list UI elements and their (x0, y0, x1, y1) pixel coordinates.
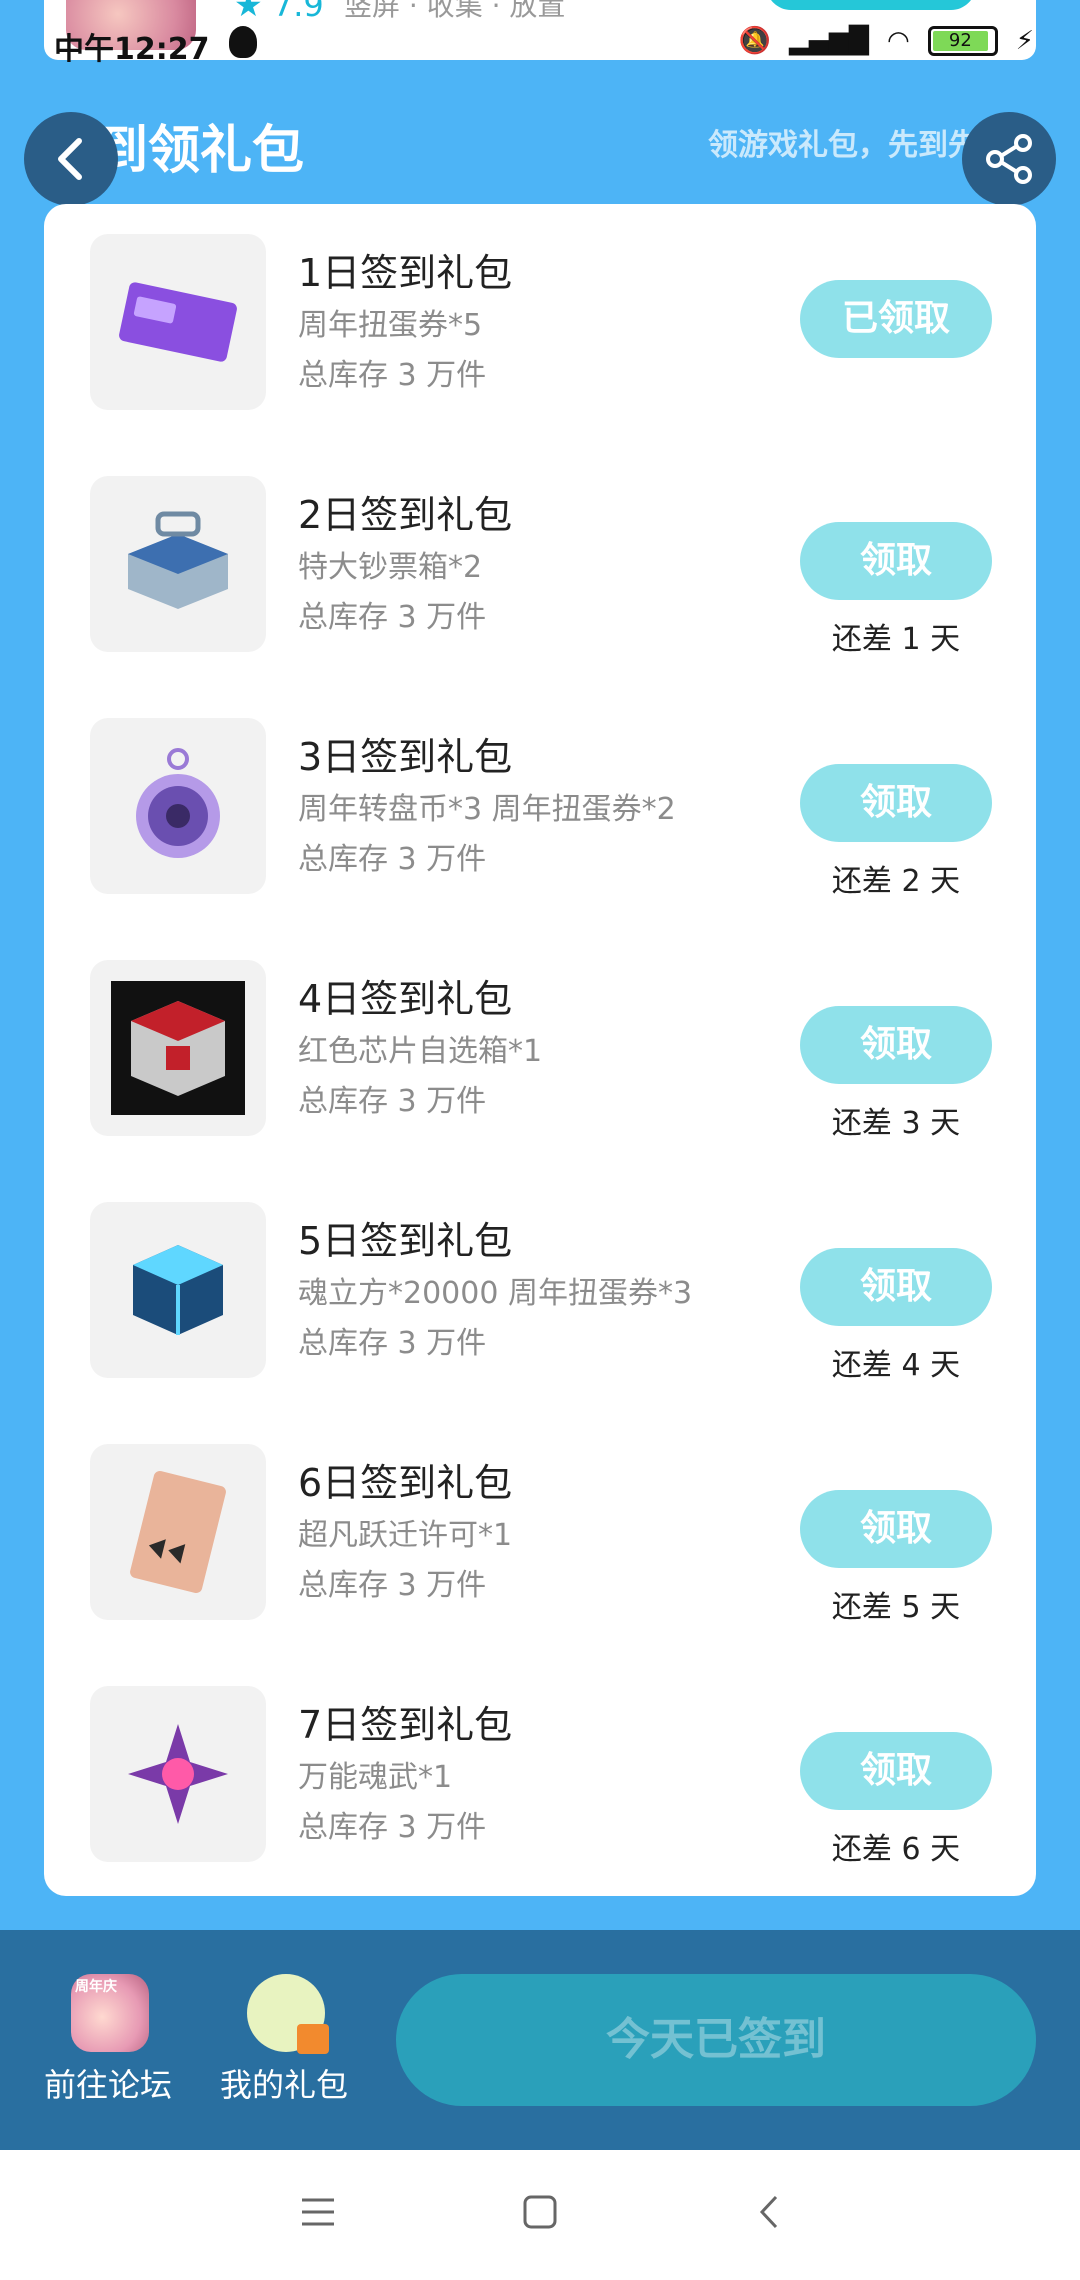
rating-text: ★ 7.9 (234, 0, 324, 24)
gift-item-day-4: 4日签到礼包 红色芯片自选箱*1 总库存 3 万件 领取 还差 3 天 (44, 930, 1036, 1141)
gift-stock: 总库存 3 万件 (298, 842, 487, 877)
claim-button[interactable]: 领取 (800, 1490, 992, 1568)
my-gifts-link[interactable]: 我的礼包 (220, 2060, 348, 2106)
days-remaining: 还差 5 天 (831, 1590, 961, 1625)
roulette-coin-icon (90, 718, 266, 894)
gift-desc: 周年扭蛋券*5 (298, 308, 483, 343)
cash-box-icon (90, 476, 266, 652)
universal-soul-weapon-icon (90, 1686, 266, 1862)
status-bar: 中午12:27 🔕 ▂▄▆█ ◠ 92 ⚡ (54, 24, 1034, 67)
share-button[interactable] (962, 112, 1056, 206)
bottom-action-bar: 周年庆 前往论坛 我的礼包 今天已签到 (0, 1930, 1080, 2150)
battery-level: 92 (932, 31, 988, 51)
home-icon[interactable] (522, 2194, 558, 2230)
gift-desc: 万能魂武*1 (298, 1760, 453, 1795)
gift-desc: 特大钞票箱*2 (298, 550, 483, 585)
signal-icon: ▂▄▆█ (789, 26, 870, 56)
back-nav-icon[interactable] (752, 2194, 788, 2230)
gift-name: 2日签到礼包 (298, 493, 513, 537)
gift-stock: 总库存 3 万件 (298, 1568, 487, 1603)
mute-icon: 🔕 (738, 26, 772, 56)
claim-button[interactable]: 领取 (800, 1248, 992, 1326)
game-tags: 竖屏 · 收集 · 放置 (344, 0, 566, 22)
claim-button[interactable]: 领取 (800, 1006, 992, 1084)
page-subtitle: 领游戏礼包，先到先得 (708, 128, 998, 163)
gift-stock: 总库存 3 万件 (298, 1810, 487, 1845)
menu-icon[interactable] (300, 2194, 336, 2230)
battery-icon: 92 (927, 26, 998, 56)
forum-icon-badge: 周年庆 (75, 1979, 117, 1995)
gift-stock: 总库存 3 万件 (298, 358, 487, 393)
days-remaining: 还差 6 天 (831, 1832, 961, 1867)
days-remaining: 还差 1 天 (831, 622, 961, 657)
gift-item-day-1: 1日签到礼包 周年扭蛋券*5 总库存 3 万件 已领取 (44, 204, 1036, 410)
gift-name: 1日签到礼包 (298, 251, 513, 295)
claimed-button[interactable]: 已领取 (800, 280, 992, 358)
gift-desc: 魂立方*20000 周年扭蛋券*3 (298, 1276, 693, 1311)
signed-in-button[interactable]: 今天已签到 (396, 1974, 1036, 2106)
forum-app-icon[interactable]: 周年庆 (71, 1974, 149, 2052)
gift-stock: 总库存 3 万件 (298, 1326, 487, 1361)
status-time: 中午12:27 (54, 32, 210, 67)
gift-name: 3日签到礼包 (298, 735, 513, 779)
charging-icon: ⚡ (1015, 26, 1034, 56)
gift-item-day-7: 7日签到礼包 万能魂武*1 总库存 3 万件 领取 还差 6 天 (44, 1656, 1036, 1867)
gift-name: 5日签到礼包 (298, 1219, 513, 1263)
my-gifts-icon[interactable] (247, 1974, 329, 2054)
gift-name: 7日签到礼包 (298, 1703, 513, 1747)
claim-button[interactable]: 领取 (800, 522, 992, 600)
transition-permit-icon (90, 1444, 266, 1620)
share-icon (986, 134, 1032, 184)
gift-desc: 超凡跃迁许可*1 (298, 1518, 513, 1553)
qq-notification-icon (229, 26, 257, 58)
forum-link[interactable]: 前往论坛 (44, 2060, 172, 2106)
red-chip-box-icon (90, 960, 266, 1136)
soul-cube-icon (90, 1202, 266, 1378)
gift-item-day-2: 2日签到礼包 特大钞票箱*2 总库存 3 万件 领取 还差 1 天 (44, 446, 1036, 657)
gift-desc: 红色芯片自选箱*1 (298, 1034, 543, 1069)
back-button[interactable] (24, 112, 118, 206)
claim-button[interactable]: 领取 (800, 1732, 992, 1810)
days-remaining: 还差 4 天 (831, 1348, 961, 1383)
system-nav-bar (0, 2150, 1080, 2280)
claim-button[interactable]: 领取 (800, 764, 992, 842)
gift-desc: 周年转盘币*3 周年扭蛋券*2 (298, 792, 676, 827)
wifi-icon: ◠ (887, 26, 910, 56)
gift-name: 4日签到礼包 (298, 977, 513, 1021)
chevron-left-icon (58, 138, 82, 180)
download-button[interactable] (766, 0, 976, 10)
gift-stock: 总库存 3 万件 (298, 1084, 487, 1119)
ticket-icon (90, 234, 266, 410)
gift-stock: 总库存 3 万件 (298, 600, 487, 635)
days-remaining: 还差 2 天 (831, 864, 961, 899)
gift-item-day-3: 3日签到礼包 周年转盘币*3 周年扭蛋券*2 总库存 3 万件 领取 还差 2 … (44, 688, 1036, 899)
gift-box-icon (297, 2024, 329, 2054)
days-remaining: 还差 3 天 (831, 1106, 961, 1141)
gift-name: 6日签到礼包 (298, 1461, 513, 1505)
gift-item-day-6: 6日签到礼包 超凡跃迁许可*1 总库存 3 万件 领取 还差 5 天 (44, 1414, 1036, 1625)
gift-list: 1日签到礼包 周年扭蛋券*5 总库存 3 万件 已领取 2日签到礼包 特大钞票箱… (44, 204, 1036, 1896)
gift-item-day-5: 5日签到礼包 魂立方*20000 周年扭蛋券*3 总库存 3 万件 领取 还差 … (44, 1172, 1036, 1383)
